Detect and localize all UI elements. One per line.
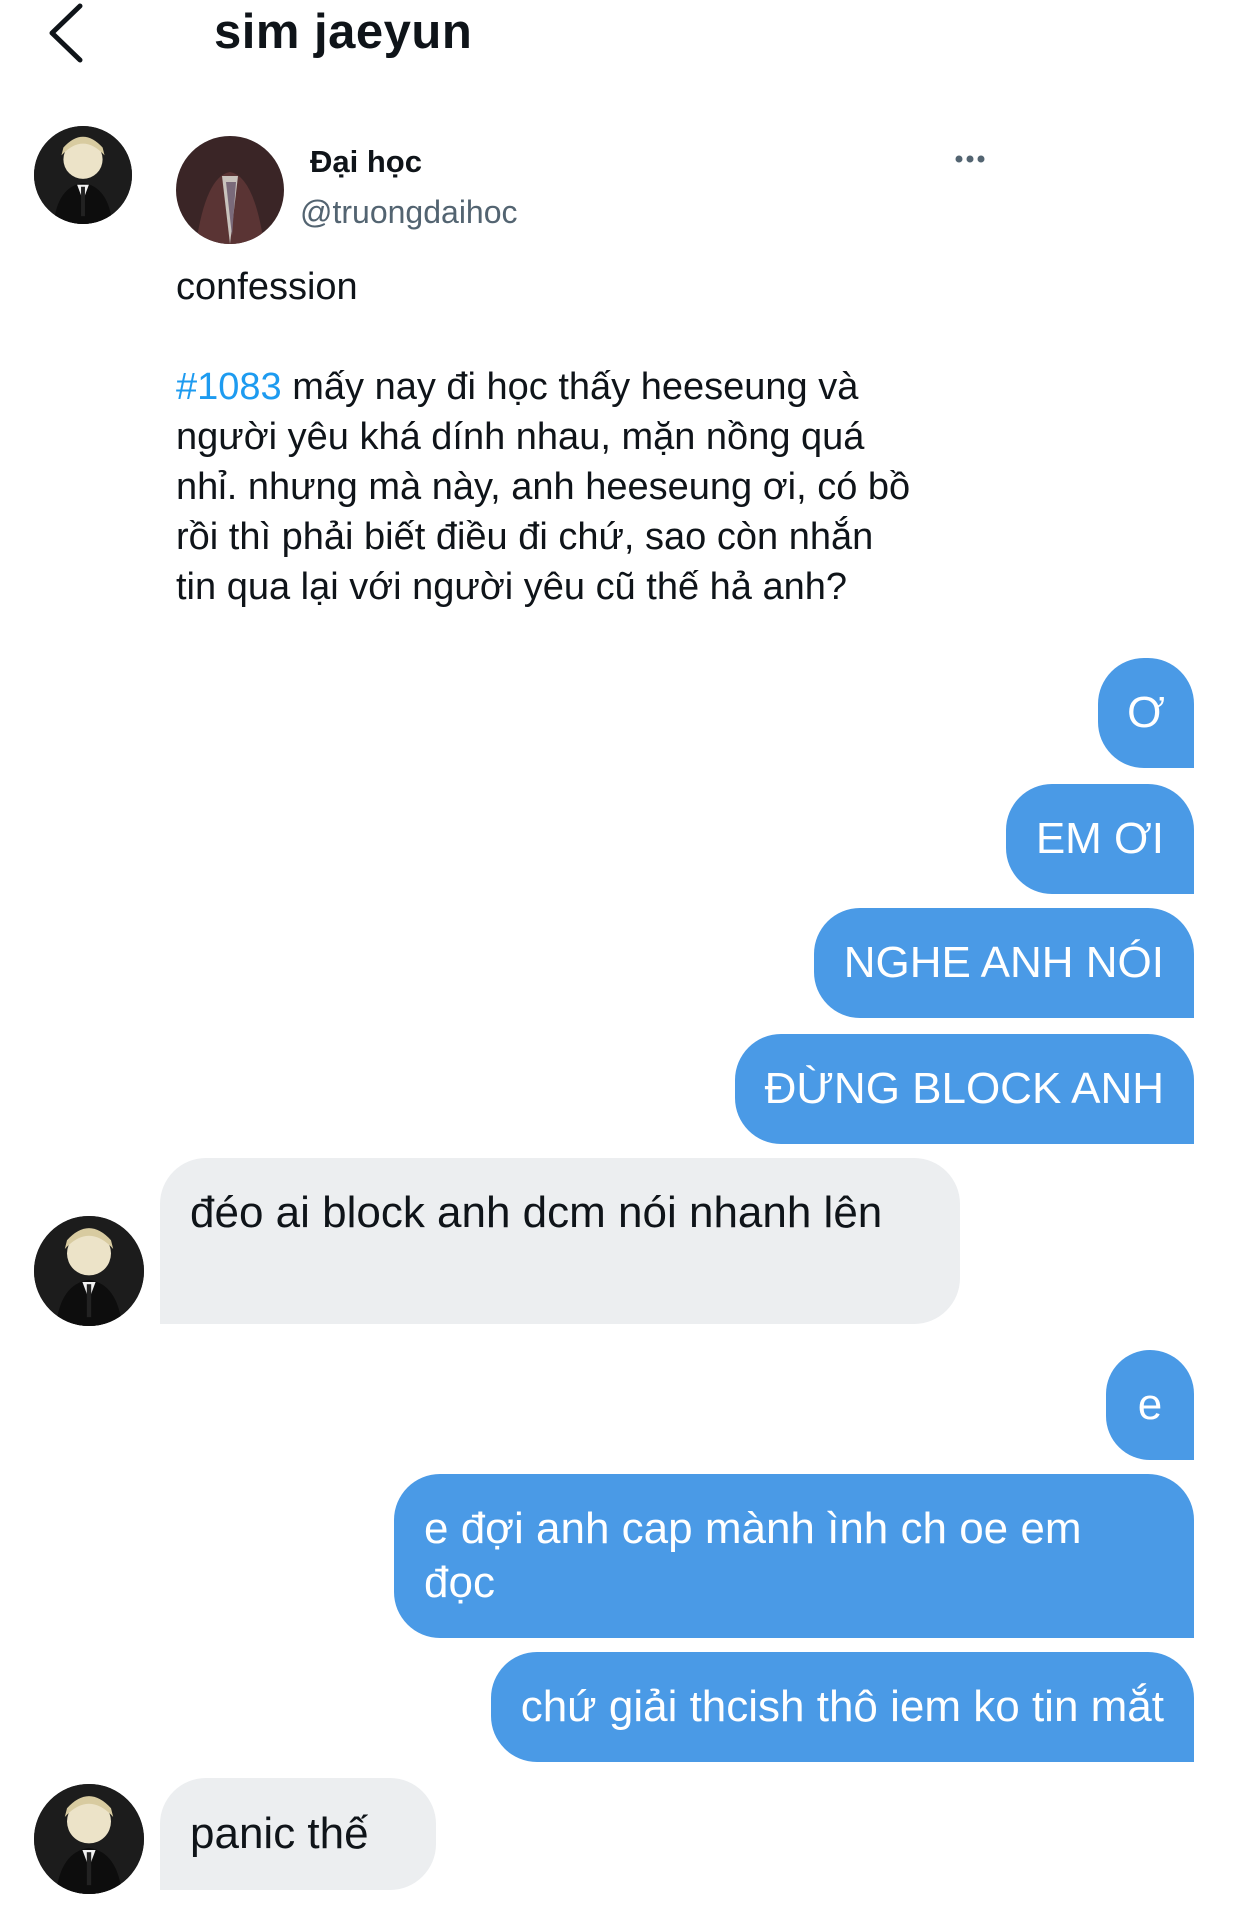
tweet-author-avatar[interactable] [176, 136, 284, 244]
sent-message[interactable]: Ơ [1098, 658, 1194, 768]
back-button[interactable] [44, 0, 94, 66]
avatar[interactable] [34, 1216, 144, 1326]
sent-message[interactable]: NGHE ANH NÓI [813, 908, 1194, 1018]
sent-message[interactable]: ĐỪNG BLOCK ANH [734, 1034, 1194, 1144]
tweet-author-handle[interactable]: @truongdaihoc [300, 194, 518, 231]
more-button[interactable] [954, 152, 986, 166]
tweet-author-name[interactable]: Đại học [310, 144, 422, 180]
sent-message[interactable]: chứ giải thcish thô iem ko tin mắt [490, 1652, 1194, 1762]
tweet-line: #1083 mấy nay đi học thấy heeseung và [176, 366, 859, 408]
received-message[interactable]: panic thế [160, 1778, 436, 1890]
chevron-left-icon [49, 3, 83, 63]
avatar[interactable] [34, 126, 132, 224]
sent-message[interactable]: e [1106, 1350, 1194, 1460]
conversation-title: sim jaeyun [214, 5, 473, 59]
tweet-line: rồi thì phải biết điều đi chứ, sao còn n… [176, 516, 874, 558]
tweet-line: người yêu khá dính nhau, mặn nồng quá [176, 416, 865, 458]
avatar[interactable] [34, 1784, 144, 1894]
tweet-line: tin qua lại với người yêu cũ thế hả anh? [176, 566, 848, 608]
tweet-label: confession [176, 266, 358, 308]
tweet-text: confession #1083 mấy nay đi học thấy hee… [176, 262, 1046, 612]
hashtag-link[interactable]: #1083 [176, 366, 282, 408]
tweet-line: nhỉ. nhưng mà này, anh heeseung ơi, có b… [176, 466, 911, 508]
more-dots-icon [955, 155, 985, 163]
received-message[interactable]: đéo ai block anh dcm nói nhanh lên [160, 1158, 960, 1324]
sent-message[interactable]: EM ƠI [1005, 784, 1194, 894]
sent-message[interactable]: e đợi anh cap mành ình ch oe em đọc [394, 1474, 1194, 1638]
